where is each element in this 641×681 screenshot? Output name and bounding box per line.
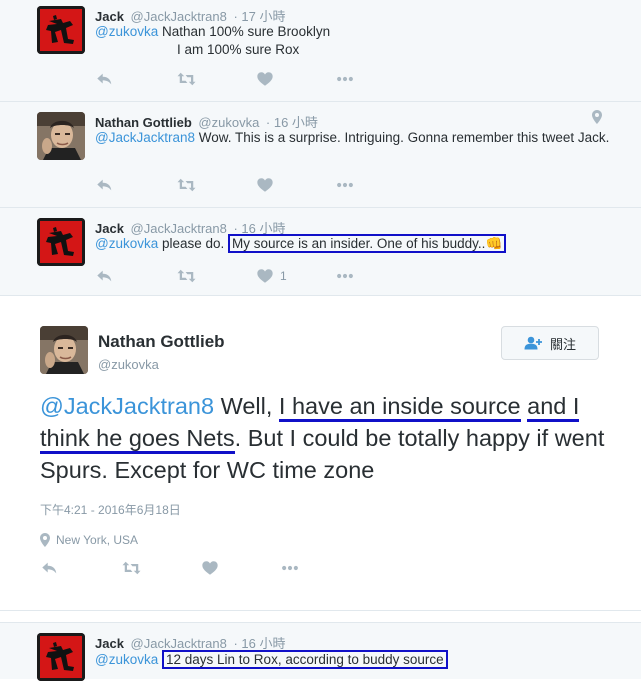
heart-icon[interactable]: [256, 69, 274, 89]
heart-icon[interactable]: 1: [256, 266, 287, 286]
reply-tweet[interactable]: Jack @JackJacktran8 · 17 小時 @zukovka Nat…: [0, 0, 641, 102]
retweet-icon[interactable]: [176, 175, 197, 195]
add-person-icon: [524, 336, 542, 350]
mention-link[interactable]: @zukovka: [95, 652, 158, 667]
retweet-icon[interactable]: [121, 558, 142, 578]
reply-tweet[interactable]: Nathan Gottlieb @zukovka · 16 小時 @JackJa…: [0, 102, 641, 208]
dragon-avatar-icon: [37, 633, 85, 681]
heart-icon[interactable]: [256, 175, 274, 195]
avatar-portrait-avatar[interactable]: [37, 112, 85, 160]
tweet-text: @zukovka please do. My source is an insi…: [95, 234, 507, 253]
heart-icon[interactable]: [201, 558, 219, 578]
retweet-icon[interactable]: [176, 69, 197, 89]
avatar-dragon-glyph-avatar[interactable]: [37, 218, 85, 266]
mention-link[interactable]: @JackJacktran8: [95, 130, 195, 145]
more-dots-icon[interactable]: [335, 175, 355, 195]
follow-label: 關注: [549, 336, 576, 352]
author-name[interactable]: Jack: [95, 9, 124, 24]
dragon-avatar-icon: [37, 218, 85, 266]
fist-emoji: 👊: [485, 236, 503, 251]
main-tweet-text: @JackJacktran8 Well, I have an inside so…: [40, 390, 610, 486]
avatar-dragon-glyph-avatar[interactable]: [37, 6, 85, 54]
tweet-text: @zukovka Nathan 100% sure Brooklyn I am …: [95, 23, 330, 59]
map-pin-icon: [592, 110, 602, 124]
tweet-text: @JackJacktran8 Wow. This is a surprise. …: [95, 129, 615, 147]
tweet-timestamp[interactable]: 下午4:21 - 2016年6月18日: [40, 501, 181, 518]
reply-icon[interactable]: [40, 558, 59, 578]
author-handle[interactable]: @zukovka: [98, 357, 159, 372]
main-tweet: Nathan Gottlieb @zukovka 關注 @JackJacktra…: [0, 296, 641, 611]
avatar-portrait-avatar[interactable]: [40, 326, 88, 374]
more-dots-icon[interactable]: [335, 266, 355, 286]
underlined-text: I have an inside source: [278, 393, 521, 422]
author-handle[interactable]: @zukovka: [198, 115, 259, 130]
portrait-avatar-icon: [37, 112, 85, 160]
more-dots-icon[interactable]: [280, 558, 300, 578]
avatar-dragon-glyph-avatar[interactable]: [37, 633, 85, 681]
like-count: 1: [280, 269, 287, 283]
author-handle[interactable]: @JackJacktran8: [131, 221, 227, 236]
mention-link[interactable]: @zukovka: [95, 236, 158, 251]
author-name[interactable]: Nathan Gottlieb: [98, 332, 225, 352]
highlighted-text: 12 days Lin to Rox, according to buddy s…: [162, 650, 448, 669]
portrait-avatar-icon: [40, 326, 88, 374]
tweet-time[interactable]: · 16 小時: [233, 636, 285, 651]
highlighted-text: My source is an insider. One of his budd…: [228, 234, 507, 253]
tweet-text-line1: Nathan 100% sure Brooklyn: [158, 24, 331, 39]
reply-tweet[interactable]: Jack @JackJacktran8 · 16 小時 @zukovka 12 …: [0, 622, 641, 681]
location-text: New York, USA: [56, 533, 139, 547]
map-pin-icon: [40, 533, 50, 547]
highlighted-text-content: My source is an insider. One of his budd…: [232, 236, 486, 251]
more-dots-icon[interactable]: [335, 69, 355, 89]
author-name[interactable]: Jack: [95, 221, 124, 236]
tweet-time[interactable]: · 16 小時: [266, 115, 318, 130]
dragon-avatar-icon: [37, 6, 85, 54]
tweet-time[interactable]: · 17 小時: [233, 9, 285, 24]
author-name[interactable]: Jack: [95, 636, 124, 651]
tweet-text-line2: I am 100% sure Rox: [177, 42, 300, 57]
author-handle[interactable]: @JackJacktran8: [131, 9, 227, 24]
author-name[interactable]: Nathan Gottlieb: [95, 115, 192, 130]
mention-link[interactable]: @zukovka: [95, 24, 158, 39]
reply-icon[interactable]: [95, 69, 114, 89]
reply-icon[interactable]: [95, 175, 114, 195]
tweet-location[interactable]: New York, USA: [40, 533, 138, 547]
tweet-body: Wow. This is a surprise. Intriguing. Gon…: [195, 130, 610, 145]
author-handle[interactable]: @JackJacktran8: [131, 636, 227, 651]
retweet-icon[interactable]: [176, 266, 197, 286]
follow-button[interactable]: 關注: [501, 326, 599, 360]
mention-link[interactable]: @JackJacktran8: [40, 393, 214, 419]
text-part: Well,: [214, 393, 279, 419]
reply-tweet[interactable]: Jack @JackJacktran8 · 16 小時 @zukovka ple…: [0, 208, 641, 296]
tweet-body: please do.: [158, 236, 229, 251]
tweet-text: @zukovka 12 days Lin to Rox, according t…: [95, 650, 448, 669]
reply-icon[interactable]: [95, 266, 114, 286]
